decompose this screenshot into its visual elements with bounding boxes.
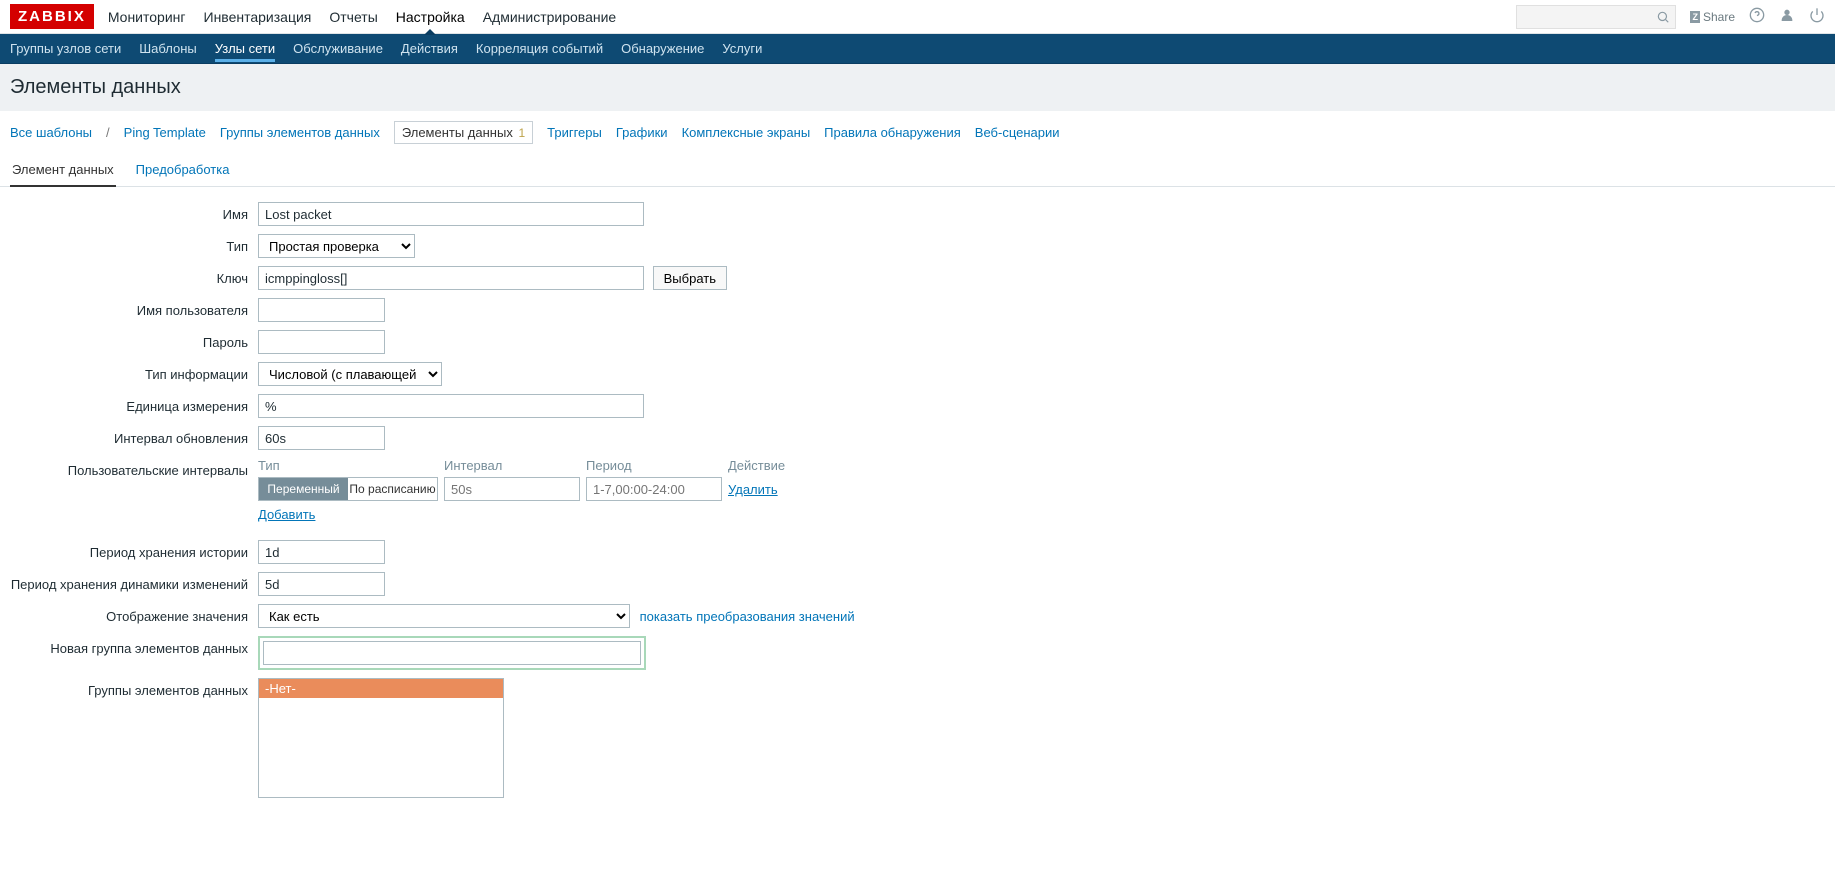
type-select[interactable]: Простая проверка — [258, 234, 415, 258]
ci-type-segmented: Переменный По расписанию — [258, 477, 438, 501]
ci-head-type: Тип — [258, 458, 444, 473]
ci-period-input[interactable] — [586, 477, 722, 501]
breadcrumb: Все шаблоны / Ping Template Группы элеме… — [0, 111, 1835, 154]
label-apps: Группы элементов данных — [10, 678, 258, 698]
top-nav: ZABBIX Мониторинг Инвентаризация Отчеты … — [0, 0, 1835, 34]
ci-row: Переменный По расписанию Удалить — [258, 477, 1825, 501]
label-custom-intervals: Пользовательские интервалы — [10, 458, 258, 478]
bc-items-label: Элементы данных — [402, 125, 513, 140]
z-icon: Z — [1690, 11, 1700, 23]
apps-listbox[interactable]: -Нет- — [258, 678, 504, 798]
name-input[interactable] — [258, 202, 644, 226]
ci-interval-input[interactable] — [444, 477, 580, 501]
ci-seg-scheduling[interactable]: По расписанию — [348, 478, 437, 500]
top-menu: Мониторинг Инвентаризация Отчеты Настрой… — [108, 9, 616, 25]
bc-web[interactable]: Веб-сценарии — [975, 125, 1060, 140]
label-units: Единица измерения — [10, 394, 258, 414]
subnav-hostgroups[interactable]: Группы узлов сети — [10, 35, 121, 62]
key-input[interactable] — [258, 266, 644, 290]
tab-item[interactable]: Элемент данных — [10, 154, 116, 187]
username-input[interactable] — [258, 298, 385, 322]
top-right: Z Share — [1516, 5, 1825, 29]
subnav-actions[interactable]: Действия — [401, 35, 458, 62]
ci-head-interval: Интервал — [444, 458, 586, 473]
subnav-templates[interactable]: Шаблоны — [139, 35, 197, 62]
info-type-select[interactable]: Числовой (с плавающей точкой) — [258, 362, 442, 386]
label-history: Период хранения истории — [10, 540, 258, 560]
help-icon[interactable] — [1749, 7, 1765, 26]
label-name: Имя — [10, 202, 258, 222]
custom-intervals-table: Тип Интервал Период Действие Переменный … — [258, 458, 1825, 522]
ci-header: Тип Интервал Период Действие — [258, 458, 1825, 473]
subnav-discovery[interactable]: Обнаружение — [621, 35, 704, 62]
logout-icon[interactable] — [1809, 7, 1825, 26]
label-password: Пароль — [10, 330, 258, 350]
share-label: Share — [1703, 10, 1735, 24]
form-tabs: Элемент данных Предобработка — [0, 154, 1835, 187]
page-title: Элементы данных — [10, 76, 1825, 99]
new-app-highlight — [258, 636, 646, 670]
nav-configuration[interactable]: Настройка — [396, 9, 465, 25]
new-app-input[interactable] — [263, 641, 641, 665]
item-form: Имя Тип Простая проверка Ключ Выбрать Им… — [0, 187, 1835, 821]
label-value-map: Отображение значения — [10, 604, 258, 624]
label-key: Ключ — [10, 266, 258, 286]
page-header: Элементы данных — [0, 64, 1835, 111]
bc-triggers[interactable]: Триггеры — [547, 125, 602, 140]
apps-option-none[interactable]: -Нет- — [259, 679, 503, 698]
bc-items-count: 1 — [518, 126, 525, 140]
bc-all-templates[interactable]: Все шаблоны — [10, 125, 92, 140]
bc-template[interactable]: Ping Template — [124, 125, 206, 140]
ci-remove-link[interactable]: Удалить — [728, 482, 778, 497]
logo: ZABBIX — [10, 4, 94, 29]
label-info-type: Тип информации — [10, 362, 258, 382]
nav-administration[interactable]: Администрирование — [483, 9, 617, 25]
nav-monitoring[interactable]: Мониторинг — [108, 9, 186, 25]
search-box[interactable] — [1516, 5, 1676, 29]
bc-items-current: Элементы данных 1 — [394, 121, 533, 144]
nav-inventory[interactable]: Инвентаризация — [204, 9, 312, 25]
bc-discovery-rules[interactable]: Правила обнаружения — [824, 125, 961, 140]
history-input[interactable] — [258, 540, 385, 564]
update-interval-input[interactable] — [258, 426, 385, 450]
label-type: Тип — [10, 234, 258, 254]
sub-nav: Группы узлов сети Шаблоны Узлы сети Обсл… — [0, 34, 1835, 64]
label-trends: Период хранения динамики изменений — [10, 572, 258, 592]
share-button[interactable]: Z Share — [1690, 10, 1735, 24]
trends-input[interactable] — [258, 572, 385, 596]
bc-screens[interactable]: Комплексные экраны — [682, 125, 811, 140]
tab-preprocessing[interactable]: Предобработка — [134, 154, 232, 186]
label-update-interval: Интервал обновления — [10, 426, 258, 446]
search-icon — [1656, 10, 1670, 24]
bc-graphs[interactable]: Графики — [616, 125, 668, 140]
nav-reports[interactable]: Отчеты — [329, 9, 377, 25]
subnav-maintenance[interactable]: Обслуживание — [293, 35, 383, 62]
bc-sep: / — [106, 125, 110, 140]
subnav-services[interactable]: Услуги — [722, 35, 762, 62]
units-input[interactable] — [258, 394, 644, 418]
value-map-select[interactable]: Как есть — [258, 604, 630, 628]
label-new-app: Новая группа элементов данных — [10, 636, 258, 656]
ci-seg-flexible[interactable]: Переменный — [259, 478, 348, 500]
label-username: Имя пользователя — [10, 298, 258, 318]
bc-applications[interactable]: Группы элементов данных — [220, 125, 380, 140]
ci-head-period: Период — [586, 458, 728, 473]
key-select-button[interactable]: Выбрать — [653, 266, 727, 290]
subnav-correlation[interactable]: Корреляция событий — [476, 35, 603, 62]
ci-add-link[interactable]: Добавить — [258, 507, 315, 522]
ci-head-action: Действие — [728, 458, 808, 473]
subnav-hosts[interactable]: Узлы сети — [215, 35, 275, 62]
value-map-link[interactable]: показать преобразования значений — [640, 609, 855, 624]
user-icon[interactable] — [1779, 7, 1795, 26]
password-input[interactable] — [258, 330, 385, 354]
